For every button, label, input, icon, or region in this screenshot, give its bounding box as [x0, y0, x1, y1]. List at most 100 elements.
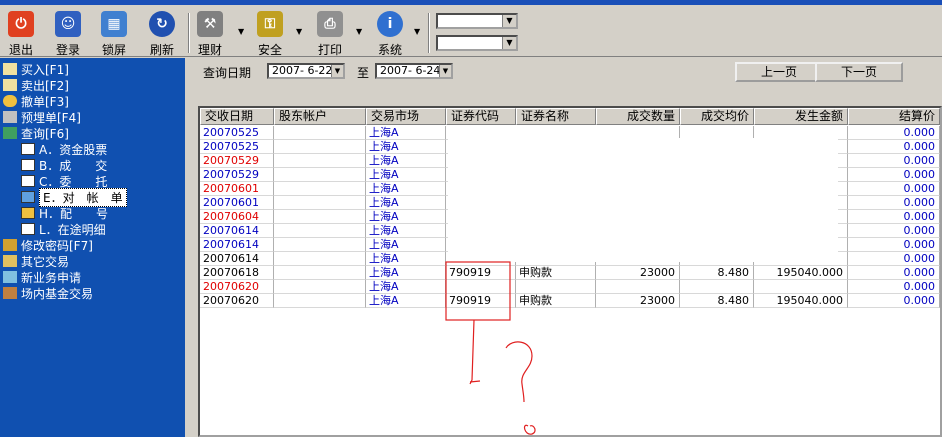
table-cell: 8.480 — [680, 294, 754, 308]
header-amount[interactable]: 发生金额 — [754, 108, 848, 125]
table-cell: 20070620 — [200, 280, 274, 294]
login-button[interactable]: ☺ 登录 — [52, 11, 84, 58]
table-cell: 20070618 — [200, 266, 274, 280]
sidebar-item-query[interactable]: 查询[F6] — [3, 126, 69, 141]
annotation-scribble — [445, 261, 536, 435]
table-cell: 20070604 — [200, 210, 274, 224]
table-cell: 20070614 — [200, 252, 274, 266]
table-cell: 上海A — [366, 154, 446, 168]
print-dropdown-arrow[interactable]: ▼ — [356, 27, 362, 36]
statement-table: 交收日期 股东帐户 交易市场 证券代码 证券名称 成交数量 成交均价 发生金额 结算价 20070… — [198, 106, 942, 437]
table-cell: 0.000 — [848, 294, 940, 308]
table-cell: 上海A — [366, 196, 446, 210]
chevron-down-icon[interactable]: ▼ — [331, 65, 343, 77]
table-cell: 0.000 — [848, 266, 940, 280]
chevron-down-icon[interactable]: ▼ — [502, 37, 516, 49]
table-cell — [274, 238, 366, 252]
refresh-button[interactable]: ↻ 刷新 — [146, 11, 178, 58]
account-number-select[interactable]: ▼ — [436, 35, 518, 51]
table-cell: 0.000 — [848, 168, 940, 182]
refresh-icon: ↻ — [149, 11, 175, 37]
sidebar-item-preorder[interactable]: 预埋单[F4] — [3, 110, 81, 125]
table-cell: 23000 — [596, 266, 680, 280]
finance-button[interactable]: ⚒ 理财 — [194, 11, 226, 58]
security-button[interactable]: ⚿ 安全 — [254, 11, 286, 58]
book-icon — [3, 127, 17, 139]
pen-icon — [3, 271, 17, 283]
table-cell — [274, 266, 366, 280]
header-security-code[interactable]: 证券代码 — [446, 108, 516, 125]
table-cell: 20070620 — [200, 294, 274, 308]
header-security-name[interactable]: 证券名称 — [516, 108, 596, 125]
hand-icon — [3, 95, 17, 107]
header-shareholder-account[interactable]: 股东帐户 — [274, 108, 366, 125]
table-cell — [274, 252, 366, 266]
next-page-button[interactable]: 下一页 — [815, 62, 903, 82]
exit-button[interactable]: ⏻ 退出 — [6, 11, 36, 58]
system-button[interactable]: i 系统 — [374, 11, 406, 58]
system-dropdown-arrow[interactable]: ▼ — [414, 27, 420, 36]
key-icon — [3, 239, 17, 251]
sidebar-item-other-trades[interactable]: 其它交易 — [3, 254, 69, 269]
table-cell: 0.000 — [848, 252, 940, 266]
sidebar-item-fund-trading[interactable]: 场内基金交易 — [3, 286, 93, 301]
hand-icon — [21, 207, 35, 219]
sidebar-item-statement[interactable]: E．对 帐 单 — [21, 187, 127, 207]
query-date-label: 查询日期 — [203, 66, 252, 80]
table-cell: 0.000 — [848, 280, 940, 294]
account-select[interactable]: ▼ — [436, 13, 518, 29]
table-cell — [596, 280, 680, 294]
from-date-picker[interactable]: 2007- 6-22 ▼ — [267, 63, 345, 79]
table-cell: 20070525 — [200, 126, 274, 140]
buy-icon — [3, 63, 17, 75]
table-cell — [274, 126, 366, 140]
table-cell: 上海A — [366, 140, 446, 154]
to-label: 至 — [357, 66, 370, 80]
finance-dropdown-arrow[interactable]: ▼ — [238, 27, 244, 36]
sidebar-item-change-password[interactable]: 修改密码[F7] — [3, 238, 93, 253]
sidebar-item-orders[interactable]: C．委 托 — [21, 174, 107, 189]
table-cell: 195040.000 — [754, 266, 848, 280]
header-settle-date[interactable]: 交收日期 — [200, 108, 274, 125]
sidebar-item-in-transit[interactable]: L．在途明细 — [21, 222, 106, 237]
transfer-icon — [21, 191, 35, 203]
sidebar-item-buy[interactable]: 买入[F1] — [3, 62, 69, 77]
sidebar-item-funds-stocks[interactable]: A．资金股票 — [21, 142, 107, 157]
printer-icon: ⎙ — [317, 11, 343, 37]
table-cell: 0.000 — [848, 210, 940, 224]
lock-screen-icon: ▦ — [101, 11, 127, 37]
table-cell: 0.000 — [848, 154, 940, 168]
header-avg-price[interactable]: 成交均价 — [680, 108, 754, 125]
table-cell: 0.000 — [848, 224, 940, 238]
sidebar-item-cancel-order[interactable]: 撤单[F3] — [3, 94, 69, 109]
sidebar-item-sell[interactable]: 卖出[F2] — [3, 78, 69, 93]
print-button[interactable]: ⎙ 打印 — [314, 11, 346, 58]
toolbar-separator — [188, 13, 190, 53]
grid-icon — [21, 143, 35, 155]
table-cell — [274, 210, 366, 224]
table-cell — [680, 280, 754, 294]
table-cell — [274, 224, 366, 238]
sidebar-item-trades[interactable]: B．成 交 — [21, 158, 107, 173]
table-cell: 上海A — [366, 294, 446, 308]
table-cell: 20070614 — [200, 224, 274, 238]
header-settlement-price[interactable]: 结算价 — [848, 108, 940, 125]
header-quantity[interactable]: 成交数量 — [596, 108, 680, 125]
table-cell: 20070529 — [200, 154, 274, 168]
info-icon: i — [377, 11, 403, 37]
chevron-down-icon[interactable]: ▼ — [502, 15, 516, 27]
table-cell: 20070614 — [200, 238, 274, 252]
table-cell: 195040.000 — [754, 294, 848, 308]
stack-icon — [3, 111, 17, 123]
box-icon — [3, 255, 17, 267]
prev-page-button[interactable]: 上一页 — [735, 62, 823, 82]
lock-screen-button[interactable]: ▦ 锁屏 — [98, 11, 130, 58]
chevron-down-icon[interactable]: ▼ — [439, 65, 451, 77]
table-cell — [274, 280, 366, 294]
header-market[interactable]: 交易市场 — [366, 108, 446, 125]
to-date-picker[interactable]: 2007- 6-24 ▼ — [375, 63, 453, 79]
sidebar-item-new-business[interactable]: 新业务申请 — [3, 270, 81, 285]
table-cell: 20070529 — [200, 168, 274, 182]
security-dropdown-arrow[interactable]: ▼ — [296, 27, 302, 36]
sidebar-item-allotment[interactable]: H．配 号 — [21, 206, 108, 221]
